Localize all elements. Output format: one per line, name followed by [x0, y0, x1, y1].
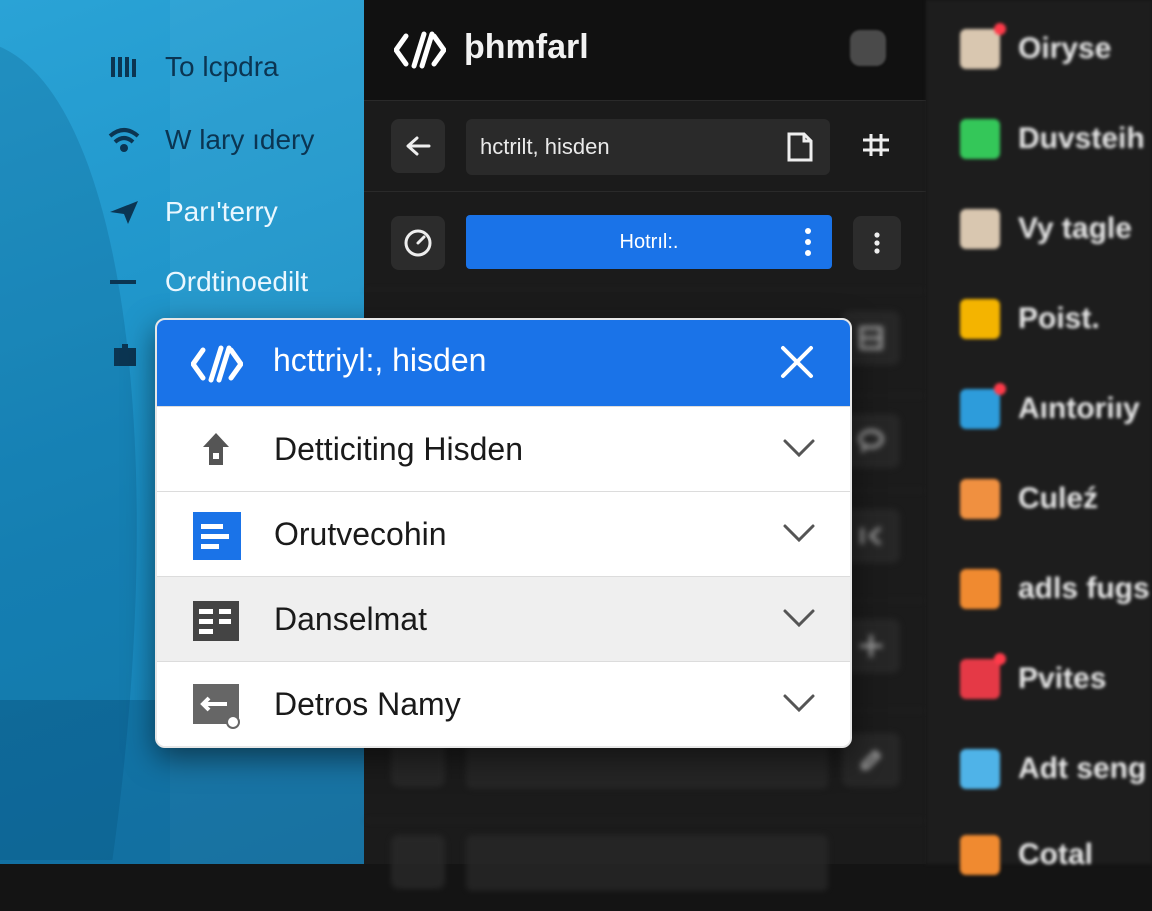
dialog-option[interactable]: Danselmat	[157, 576, 850, 662]
action-row: Hotrıl:.	[364, 191, 926, 282]
right-list-label: Culeź	[1018, 482, 1099, 515]
option-label: Orutvecohin	[274, 516, 447, 552]
gauge-icon	[404, 229, 432, 257]
mail-icon	[960, 383, 1006, 429]
send-icon	[108, 196, 140, 228]
puzzle-icon	[110, 340, 140, 375]
logo-icon	[189, 344, 245, 384]
notification-dot	[994, 23, 1006, 35]
right-list-item[interactable]: Aıntoriıy	[960, 383, 1140, 432]
sidebar-item-send[interactable]: Parı'terry	[108, 192, 278, 232]
library-icon	[108, 51, 140, 83]
option-label: Detticiting Hisden	[274, 431, 523, 467]
dialog-title: hcttriyl:, hisden	[273, 342, 487, 378]
app-icon	[960, 653, 1006, 699]
app-title: þhmfarl	[464, 28, 589, 66]
sidebar-item-other[interactable]: Ordtinoedilt	[108, 262, 308, 302]
sidebar-item-label: Parı'terry	[165, 196, 278, 227]
right-list-item[interactable]: Vy tagle	[960, 206, 1132, 252]
background-row	[364, 820, 926, 911]
right-list-label: adls fugs	[1018, 572, 1150, 605]
mail-icon	[960, 749, 1000, 789]
close-button[interactable]	[777, 342, 817, 382]
back-arrow-icon	[406, 136, 431, 156]
upload-icon	[191, 427, 241, 475]
chevron-down-icon[interactable]	[779, 605, 819, 631]
avatar	[960, 23, 1006, 69]
sidebar-item-label: To lcpdra	[165, 51, 279, 82]
dialog-option[interactable]: Detticiting Hisden	[157, 406, 850, 492]
close-icon[interactable]	[391, 835, 445, 889]
filter-icon[interactable]	[861, 131, 891, 164]
mail-icon	[960, 299, 1000, 339]
right-list-label: Adt seng	[1018, 752, 1147, 785]
document-icon	[191, 512, 241, 560]
chevron-down-icon[interactable]	[779, 690, 819, 716]
dropdown-dialog: hcttriyl:, hisden Detticiting Hisden Oru…	[155, 318, 852, 748]
dialog-option[interactable]: Orutvecohin	[157, 491, 850, 577]
sidebar-item-library[interactable]: To lcpdra	[108, 47, 279, 87]
right-list-label: Oiryse	[1018, 32, 1112, 65]
sidebar-item-label: Ordtinoedilt	[165, 266, 309, 297]
close-icon	[781, 346, 813, 378]
dashboard-button[interactable]	[391, 216, 445, 270]
dialog-option[interactable]: Detros Namy	[157, 661, 850, 746]
avatar	[960, 209, 1000, 249]
right-list-label: Cotal	[1018, 838, 1093, 871]
sidebar-item-label: W lary ıdery	[165, 124, 315, 155]
right-list-item[interactable]: Oiryse	[960, 23, 1112, 72]
right-list-label: Poist.	[1018, 302, 1100, 335]
app-icon	[960, 569, 1000, 609]
app-icon	[960, 835, 1000, 875]
option-label: Danselmat	[274, 601, 427, 637]
right-list-item[interactable]: Adt seng	[960, 746, 1146, 792]
right-list-item[interactable]: Culeź	[960, 476, 1098, 522]
minus-icon	[108, 266, 140, 298]
sidebar-item-wifi[interactable]: W lary ıdery	[108, 120, 314, 160]
search-input-value: hctrilt, hisden	[480, 134, 610, 159]
logo-icon	[392, 30, 448, 70]
chevron-down-icon[interactable]	[779, 520, 819, 546]
primary-action-label: Hotrıl:.	[619, 230, 679, 253]
right-list-label: Vy tagle	[1018, 212, 1132, 245]
right-list-label: Pvites	[1018, 662, 1107, 695]
right-list-item[interactable]: Pvites	[960, 653, 1107, 702]
right-list-item[interactable]: Cotal	[960, 832, 1093, 878]
list-icon	[191, 597, 241, 645]
app-icon	[960, 479, 1000, 519]
document-icon[interactable]	[786, 132, 814, 162]
back-button[interactable]	[391, 119, 445, 173]
dialog-header: hcttriyl:, hisden	[157, 320, 850, 406]
more-vertical-icon	[874, 232, 880, 254]
right-sidebar: Oiryse Duvsteih Vy tagle Poist. Aıntoriı…	[926, 0, 1152, 875]
right-list-label: Duvsteih	[1018, 122, 1145, 155]
search-row: hctrilt, hisden	[364, 100, 926, 191]
notification-dot	[994, 653, 1006, 665]
export-icon	[191, 682, 241, 730]
search-input[interactable]: hctrilt, hisden	[466, 119, 830, 175]
wifi-icon	[108, 124, 140, 156]
primary-action-button[interactable]: Hotrıl:.	[466, 215, 832, 269]
profile-button[interactable]	[850, 30, 886, 66]
chevron-down-icon[interactable]	[779, 435, 819, 461]
background-field[interactable]	[466, 835, 828, 891]
right-list-item[interactable]: adls fugs	[960, 566, 1150, 612]
right-list-label: Aıntoriıy	[1018, 392, 1140, 425]
more-button[interactable]	[853, 216, 901, 270]
right-list-item[interactable]: Duvsteih	[960, 116, 1145, 162]
more-vertical-icon[interactable]	[804, 227, 812, 257]
app-header: þhmfarl	[364, 0, 926, 100]
option-label: Detros Namy	[274, 686, 461, 722]
right-list-item[interactable]: Poist.	[960, 296, 1100, 342]
app-icon	[960, 119, 1000, 159]
notification-dot	[994, 383, 1006, 395]
